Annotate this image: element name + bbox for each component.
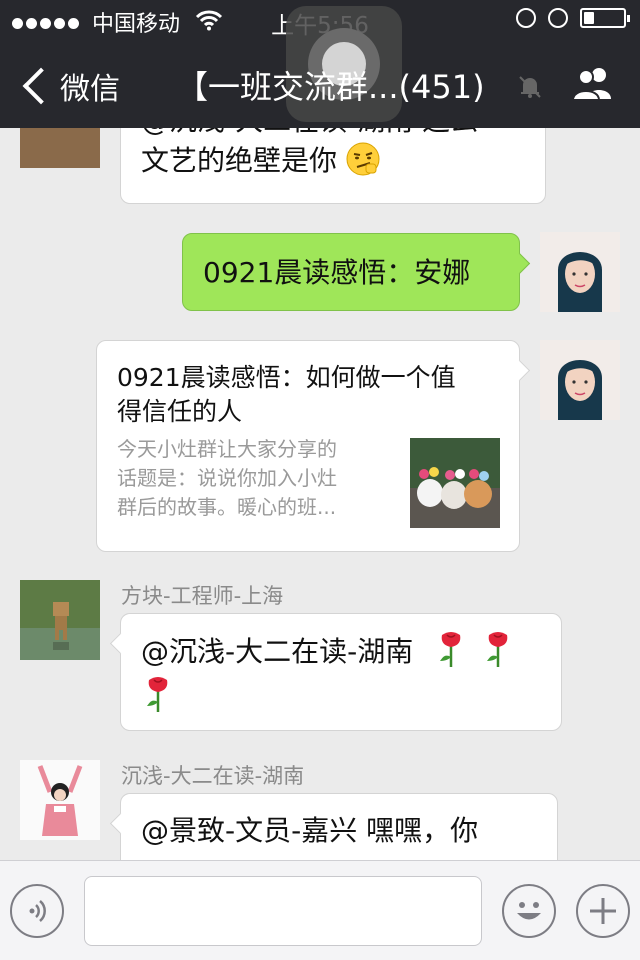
link-card[interactable]: 0921晨读感悟：如何做一个值 得信任的人 今天小灶群让大家分享的 话题是：说说… <box>96 340 531 552</box>
message-text: @景致-文员-嘉兴 嘿嘿，你 <box>141 814 479 847</box>
message-bubble[interactable]: @沉浅-大二在读-湖南 这么 文艺的绝壁是你 <box>120 128 546 204</box>
message-text: 0921晨读感悟：安娜 <box>203 256 471 289</box>
smirk-emoji-icon <box>346 142 380 176</box>
self-avatar[interactable] <box>540 232 620 312</box>
self-avatar[interactable] <box>540 340 620 420</box>
message-text-line: 文艺的绝壁是你 <box>141 144 338 177</box>
link-card-title-line: 得信任的人 <box>117 397 243 426</box>
chat-area[interactable]: @沉浅-大二在读-湖南 这么 文艺的绝壁是你 0921晨读感悟：安娜 <box>0 128 640 860</box>
chat-title: 【一班交流群...(451) <box>176 68 485 106</box>
top-bar: 中国移动 上午5:56 微信 【一班交流群...(451) <box>0 0 640 128</box>
link-card-thumbnail <box>410 438 500 528</box>
link-card-desc-line: 今天小灶群让大家分享的 <box>117 437 337 461</box>
voice-icon <box>29 900 46 922</box>
plus-icon <box>590 898 616 924</box>
sender-name: 沉浅-大二在读-湖南 <box>121 764 305 788</box>
back-button[interactable]: 微信 <box>18 64 120 108</box>
message-bubble[interactable]: @景致-文员-嘉兴 嘿嘿，你 <box>109 793 558 860</box>
alarm-icon <box>548 8 568 28</box>
message-text: @沉浅-大二在读-湖南 <box>141 635 414 668</box>
message-bubble[interactable]: @沉浅-大二在读-湖南 <box>109 613 562 731</box>
rose-emoji-icon <box>440 632 461 667</box>
group-members-icon[interactable] <box>570 66 616 100</box>
message-bubble-self[interactable]: 0921晨读感悟：安娜 <box>182 233 531 311</box>
message-input[interactable] <box>84 876 482 946</box>
rotation-lock-icon <box>516 8 536 28</box>
battery-level <box>584 12 594 24</box>
sender-name: 方块-工程师-上海 <box>121 584 284 608</box>
sender-avatar[interactable] <box>20 128 100 168</box>
battery-icon <box>580 8 630 28</box>
link-card-title-line: 0921晨读感悟：如何做一个值 <box>117 363 456 392</box>
emoji-button[interactable] <box>502 884 556 938</box>
rose-emoji-icon <box>147 677 168 712</box>
sender-avatar[interactable] <box>20 760 100 840</box>
nav-bar: 微信 【一班交流群...(451) <box>0 40 640 128</box>
more-button[interactable] <box>576 884 630 938</box>
link-card-desc-line: 话题是：说说你加入小灶 <box>117 466 337 490</box>
voice-button[interactable] <box>10 884 64 938</box>
smiley-face-icon <box>517 902 541 920</box>
back-label: 微信 <box>60 72 120 107</box>
chevron-left-icon <box>22 67 60 105</box>
rose-emoji-icon <box>487 632 508 667</box>
message-text-line: @沉浅-大二在读-湖南 这么 <box>141 128 478 141</box>
mute-bell-icon <box>519 76 541 98</box>
link-card-desc-line: 群后的故事。暖心的班... <box>117 495 337 519</box>
input-bar <box>0 860 640 960</box>
sender-avatar[interactable] <box>20 580 100 660</box>
